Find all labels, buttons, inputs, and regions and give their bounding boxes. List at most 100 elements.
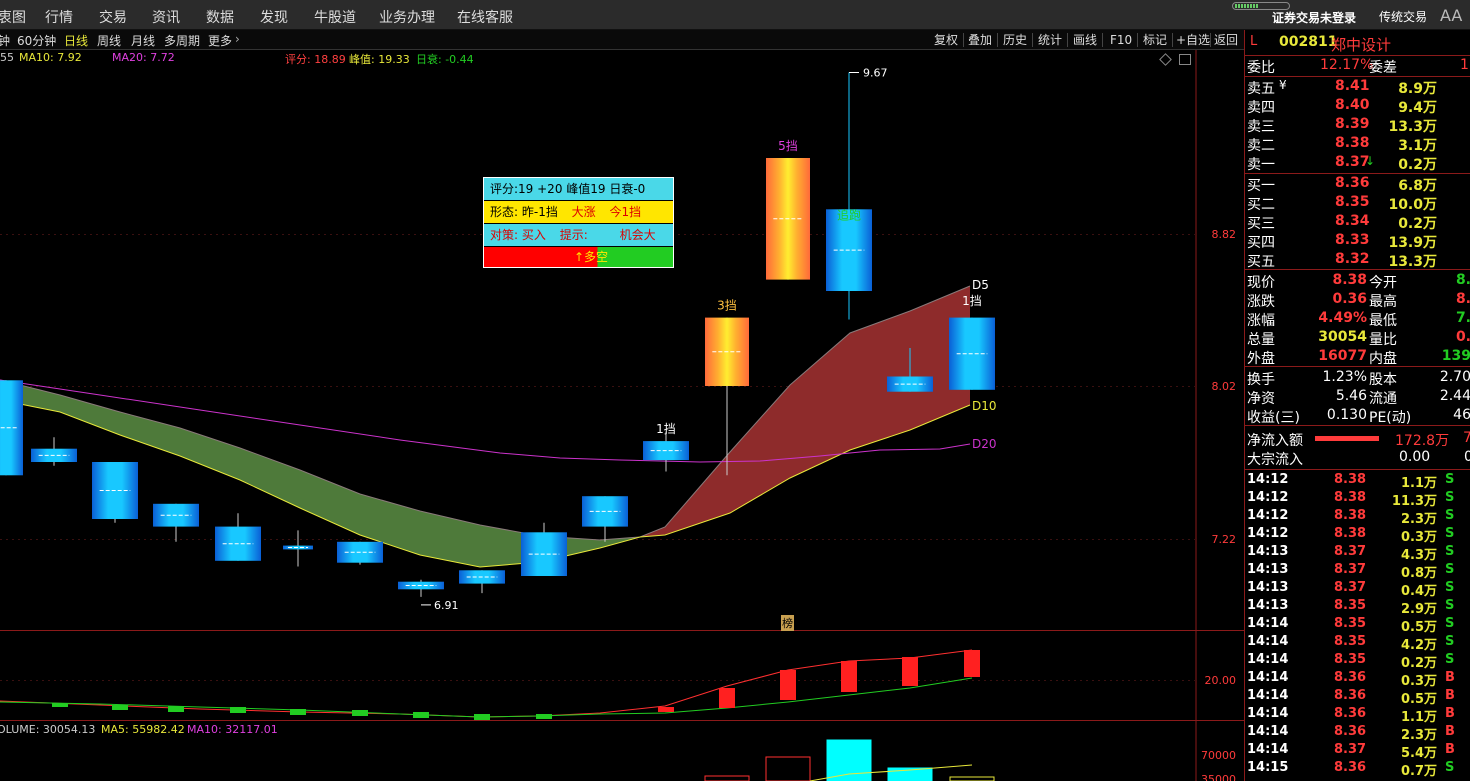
- popup-pattern-today: 今1挡: [609, 205, 642, 219]
- ask-label: 卖五: [1247, 81, 1275, 97]
- quote-label-2: 最低: [1369, 313, 1397, 329]
- bid-row[interactable]: 买四 8.33 13.9万: [1245, 231, 1470, 251]
- tool-f10[interactable]: F10: [1110, 31, 1132, 49]
- menu-market[interactable]: 行情: [45, 7, 73, 27]
- menu-service[interactable]: 在线客服: [457, 7, 513, 27]
- bid-row[interactable]: 买一 8.36 6.8万: [1245, 174, 1470, 194]
- low-price-label: 6.91: [434, 599, 459, 612]
- volume-bar: [704, 775, 750, 781]
- bid-row[interactable]: 买二 8.35 10.0万: [1245, 193, 1470, 213]
- indicator-bar: [964, 650, 980, 677]
- indicator-bar: [780, 670, 796, 700]
- trade-row[interactable]: 14:13 8.37 0.4万 S: [1245, 579, 1470, 599]
- trade-row[interactable]: 14:12 8.38 2.3万 S: [1245, 507, 1470, 527]
- period-multi[interactable]: 多周期: [164, 32, 200, 49]
- font-size-button[interactable]: AA: [1440, 6, 1462, 25]
- mid-tag: 榜: [781, 615, 794, 631]
- menu-data[interactable]: 数据: [206, 7, 234, 27]
- tool-history[interactable]: 历史: [1003, 31, 1027, 49]
- indicator-bar: [719, 688, 735, 708]
- trade-direction: S: [1445, 652, 1455, 667]
- trade-price: 8.36: [1334, 688, 1367, 703]
- trade-row[interactable]: 14:14 8.36 1.1万 B: [1245, 705, 1470, 725]
- trade-row[interactable]: 14:13 8.35 2.9万 S: [1245, 597, 1470, 617]
- quote-panel: L 002811 郑中设计 委比 12.17% 委差 1 卖五 ¥8.41 8.9万…: [1244, 30, 1470, 781]
- volume-value: OLUME: 30054.13: [0, 723, 96, 736]
- trade-row[interactable]: 14:13 8.37 4.3万 S: [1245, 543, 1470, 563]
- ask-row[interactable]: 卖二 8.38 3.1万: [1245, 134, 1470, 154]
- trade-row[interactable]: 14:14 8.36 0.5万 B: [1245, 687, 1470, 707]
- ask-volume: 0.2万: [1398, 157, 1437, 173]
- menu-niugudao[interactable]: 牛股道: [314, 7, 356, 27]
- trade-row[interactable]: 14:14 8.35 0.5万 S: [1245, 615, 1470, 635]
- trade-row[interactable]: 14:12 8.38 11.3万 S: [1245, 489, 1470, 509]
- trade-time: 14:13: [1247, 598, 1289, 613]
- tool-stats[interactable]: 统计: [1038, 31, 1062, 49]
- login-status[interactable]: 证券交易未登录: [1272, 9, 1356, 26]
- tool-back[interactable]: 返回: [1214, 31, 1238, 49]
- fund-row[interactable]: 换手 1.23% 股本 2.70: [1245, 368, 1470, 388]
- menu-trade[interactable]: 交易: [99, 7, 127, 27]
- trade-row[interactable]: 14:14 8.36 0.3万 B: [1245, 669, 1470, 689]
- tool-adjust[interactable]: 复权: [934, 31, 958, 49]
- trade-row[interactable]: 14:14 8.35 0.2万 S: [1245, 651, 1470, 671]
- quote-row[interactable]: 外盘 16077 内盘 139: [1245, 347, 1470, 367]
- ask-row[interactable]: 卖四 8.40 9.4万: [1245, 96, 1470, 116]
- quote-row[interactable]: 现价 8.38 今开 8.: [1245, 271, 1470, 291]
- period-day[interactable]: 日线: [64, 32, 88, 49]
- classic-trade-button[interactable]: 传统交易: [1379, 8, 1427, 25]
- bid-row[interactable]: 买三 8.34 0.2万: [1245, 212, 1470, 232]
- fund-label-2: 股本: [1369, 372, 1397, 388]
- chevron-right-icon[interactable]: ›: [235, 32, 240, 46]
- trade-row[interactable]: 14:14 8.37 5.4万 B: [1245, 741, 1470, 761]
- period-minute[interactable]: 钟: [0, 32, 10, 49]
- menu-business[interactable]: 业务办理: [379, 7, 435, 27]
- quote-row[interactable]: 涨幅 4.49% 最低 7.: [1245, 309, 1470, 329]
- quote-label-2: 最高: [1369, 294, 1397, 310]
- quote-row[interactable]: 总量 30054 量比 0.: [1245, 328, 1470, 348]
- trade-price: 8.38: [1334, 526, 1367, 541]
- trade-row[interactable]: 14:12 8.38 0.3万 S: [1245, 525, 1470, 545]
- trade-direction: S: [1445, 562, 1455, 577]
- block-inflow-tail: 0: [1464, 449, 1470, 465]
- trade-direction: S: [1445, 616, 1455, 631]
- trade-direction: B: [1445, 706, 1455, 721]
- quote-label-2: 量比: [1369, 332, 1397, 348]
- ask-row[interactable]: 卖一 8.37 ↓ 0.2万: [1245, 153, 1470, 173]
- period-week[interactable]: 周线: [97, 32, 121, 49]
- trade-price: 8.38: [1334, 472, 1367, 487]
- trade-row[interactable]: 14:15 8.36 0.7万 S: [1245, 759, 1470, 779]
- signal-popup[interactable]: 评分:19 +20 峰值19 日衰-0 形态: 昨-1挡 大涨 今1挡 对策: …: [483, 177, 674, 268]
- bid-row[interactable]: 买五 8.32 13.3万: [1245, 250, 1470, 270]
- menu-chart[interactable]: 衷图: [0, 7, 26, 27]
- tool-add-favorite[interactable]: +自选: [1176, 31, 1210, 49]
- trade-row[interactable]: 14:14 8.35 4.2万 S: [1245, 633, 1470, 653]
- trade-row[interactable]: 14:13 8.37 0.8万 S: [1245, 561, 1470, 581]
- menu-news[interactable]: 资讯: [152, 7, 180, 27]
- period-more[interactable]: 更多: [208, 32, 232, 49]
- trade-row[interactable]: 14:14 8.36 2.3万 B: [1245, 723, 1470, 743]
- period-60min[interactable]: 60分钟: [17, 32, 56, 49]
- kline-chart[interactable]: 8.82 8.02 7.22 20.00 70000 35000 1挡 3挡 5挡追跑 1挡 9.…: [0, 50, 1244, 781]
- net-inflow-value: 172.8万: [1395, 433, 1450, 449]
- trade-row[interactable]: 14:12 8.38 1.1万 S: [1245, 471, 1470, 491]
- stock-name[interactable]: 郑中设计: [1331, 34, 1391, 55]
- candle-label: 追跑: [837, 207, 861, 222]
- fund-row[interactable]: 净资 5.46 流通 2.44: [1245, 387, 1470, 407]
- volume-bar: [826, 739, 872, 781]
- net-inflow-row: 净流入额 172.8万 7: [1245, 429, 1470, 449]
- tool-overlay[interactable]: 叠加: [968, 31, 992, 49]
- tool-mark[interactable]: 标记: [1143, 31, 1167, 49]
- trade-price: 8.38: [1334, 490, 1367, 505]
- quote-value: 30054: [1318, 329, 1367, 345]
- trade-price: 8.35: [1334, 616, 1367, 631]
- indicator-bar: [413, 712, 429, 718]
- quote-row[interactable]: 涨跌 0.36 最高 8.: [1245, 290, 1470, 310]
- fund-row[interactable]: 收益(三) 0.130 PE(动) 46: [1245, 406, 1470, 426]
- ask-row[interactable]: 卖三 8.39 13.3万: [1245, 115, 1470, 135]
- period-month[interactable]: 月线: [131, 32, 155, 49]
- menu-discover[interactable]: 发现: [260, 7, 288, 27]
- label-d20: D20: [972, 437, 997, 451]
- ask-row[interactable]: 卖五 ¥8.41 8.9万: [1245, 77, 1470, 97]
- tool-draw[interactable]: 画线: [1073, 31, 1097, 49]
